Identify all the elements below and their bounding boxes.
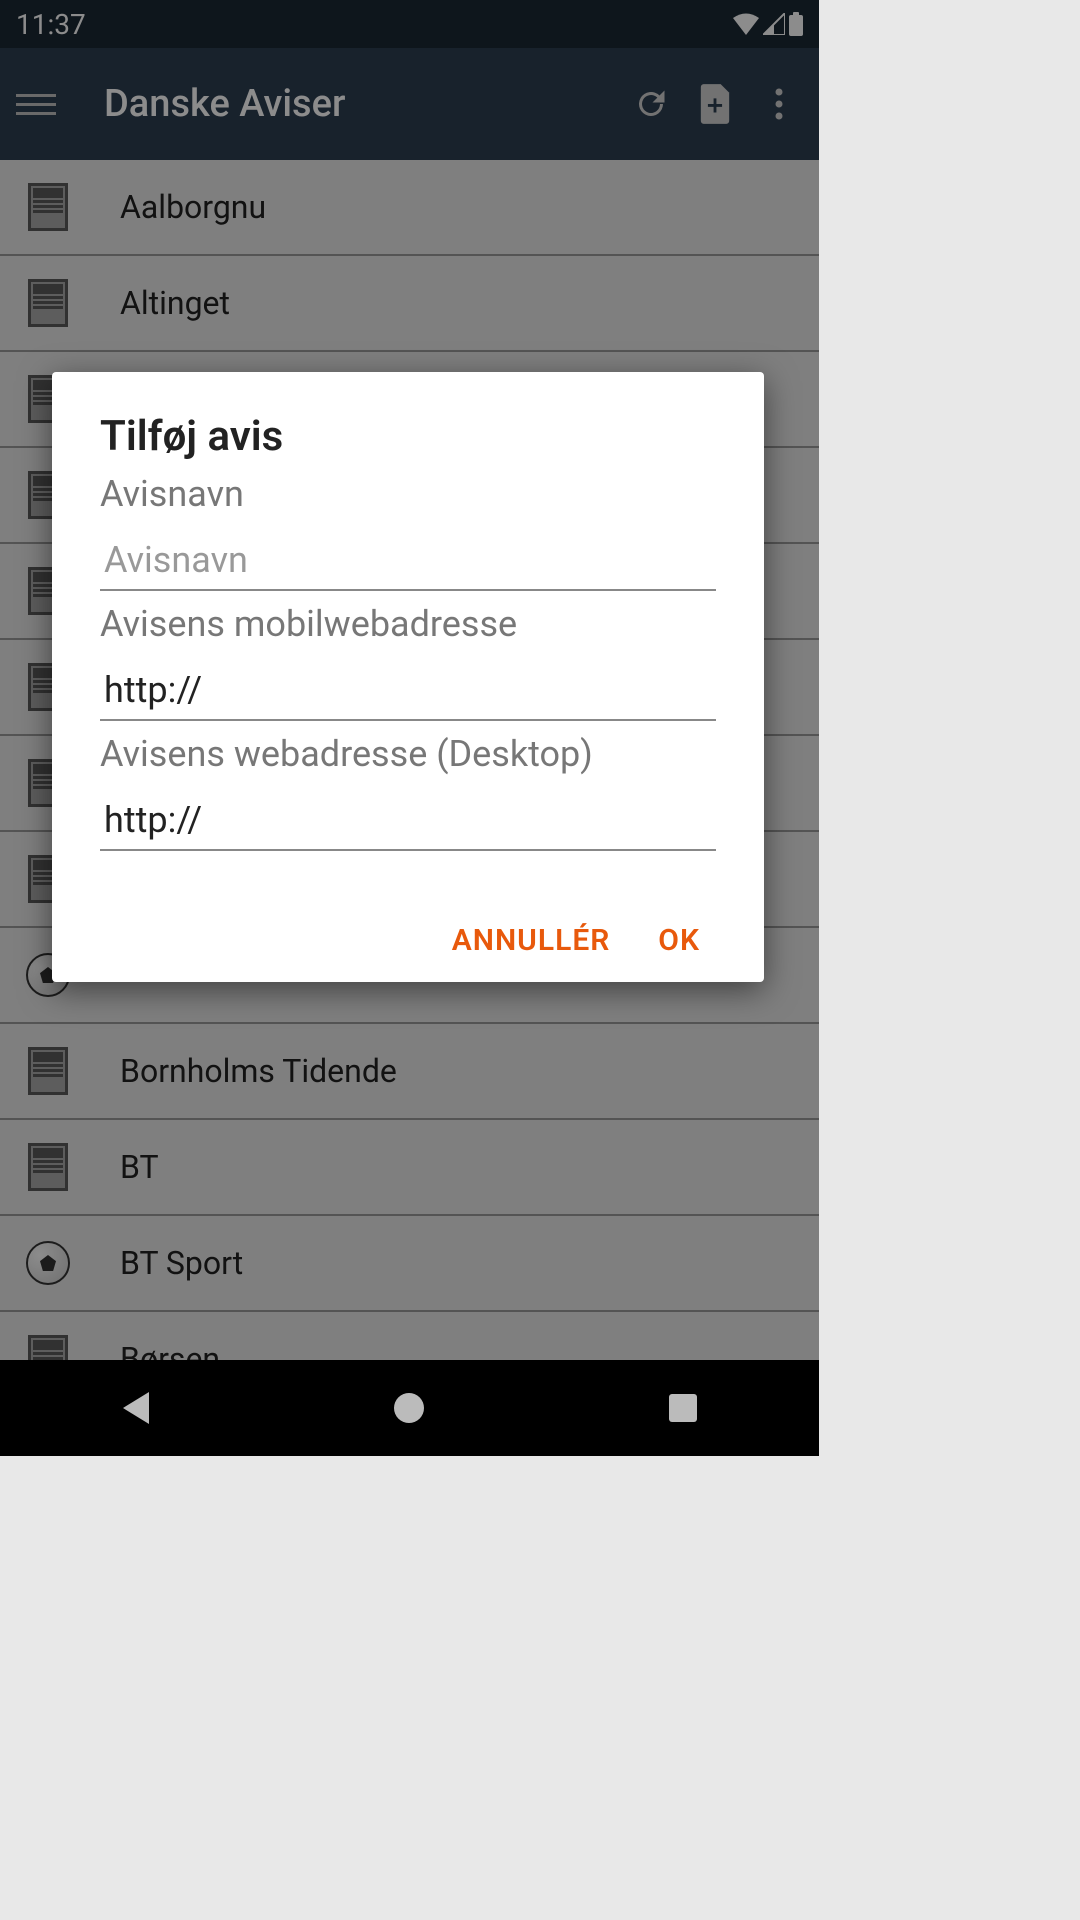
dialog-actions: ANNULLÉR OK: [100, 923, 716, 958]
name-input[interactable]: [100, 523, 716, 591]
nav-bar: [0, 1360, 819, 1456]
mobile-url-input[interactable]: [100, 653, 716, 721]
back-button[interactable]: [123, 1392, 149, 1424]
desktop-url-input[interactable]: [100, 783, 716, 851]
dialog-title: Tilføj avis: [100, 412, 716, 461]
add-newspaper-dialog: Tilføj avis Avisnavn Avisens mobilwebadr…: [52, 372, 764, 982]
cancel-button[interactable]: ANNULLÉR: [452, 923, 611, 958]
name-label: Avisnavn: [100, 473, 716, 515]
home-button[interactable]: [394, 1393, 424, 1423]
modal-scrim[interactable]: Tilføj avis Avisnavn Avisens mobilwebadr…: [0, 0, 819, 1456]
mobile-url-label: Avisens mobilwebadresse: [100, 603, 716, 645]
desktop-url-label: Avisens webadresse (Desktop): [100, 733, 716, 775]
ok-button[interactable]: OK: [658, 923, 700, 958]
recent-button[interactable]: [669, 1394, 697, 1422]
